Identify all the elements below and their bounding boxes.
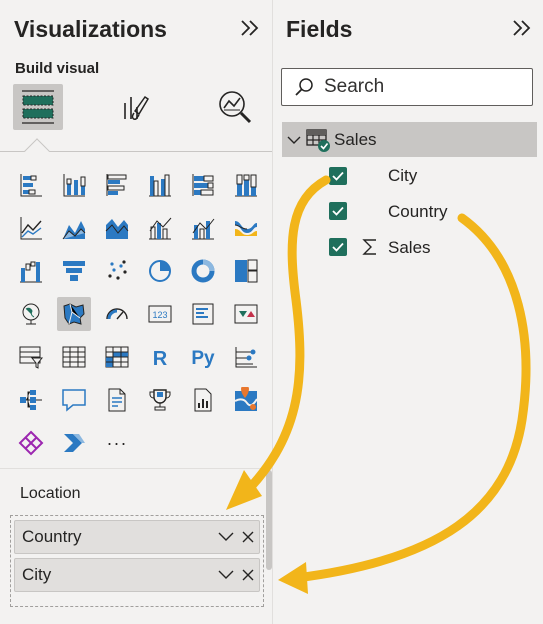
matrix-icon[interactable] (100, 340, 134, 374)
multi-row-card-icon[interactable] (186, 297, 220, 331)
sigma-measure-icon (362, 239, 376, 255)
gauge-icon[interactable] (100, 297, 134, 331)
chevron-down-icon[interactable] (286, 132, 302, 148)
well-field-label: City (22, 565, 52, 584)
table-visual-icon[interactable] (57, 340, 91, 374)
stacked-area-chart-icon[interactable] (100, 211, 134, 245)
field-sales-checkbox[interactable] (329, 234, 347, 260)
azure-map-icon[interactable] (229, 383, 263, 417)
decomposition-tree-icon[interactable] (14, 383, 48, 417)
more-visuals-label: ··· (106, 432, 128, 453)
wells-divider (0, 468, 272, 469)
funnel-chart-icon[interactable] (57, 254, 91, 288)
treemap-icon[interactable] (229, 254, 263, 288)
field-sales-label[interactable]: Sales (388, 238, 431, 258)
table-checked-icon (306, 128, 330, 152)
paginated-report-icon[interactable] (186, 383, 220, 417)
location-well-label: Location (20, 485, 81, 502)
card-icon[interactable]: 123 (143, 297, 177, 331)
build-visual-label: Build visual (15, 60, 100, 77)
stacked-column-chart-icon[interactable] (57, 168, 91, 202)
build-visual-tab[interactable] (13, 84, 63, 130)
chevron-down-icon[interactable] (215, 526, 237, 548)
fields-search-box[interactable]: Search (281, 68, 533, 106)
well-field-city[interactable]: City (14, 558, 260, 592)
map-globe-icon[interactable] (14, 297, 48, 331)
checkbox-checked-icon[interactable] (329, 167, 347, 185)
format-visual-tab[interactable] (110, 84, 160, 130)
qa-visual-icon[interactable] (57, 383, 91, 417)
fields-pane: Fields Search Sales City Country Sales (273, 0, 543, 624)
donut-chart-icon[interactable] (186, 254, 220, 288)
100-stacked-column-chart-icon[interactable] (229, 168, 263, 202)
field-country-checkbox[interactable] (329, 198, 347, 224)
visualizations-pane: Visualizations Build visual 123 R Py ···… (0, 0, 273, 624)
collapse-visualizations-button[interactable] (237, 14, 263, 42)
clustered-column-chart-icon[interactable] (143, 168, 177, 202)
r-script-visual-icon[interactable]: R (143, 340, 177, 374)
svg-text:Py: Py (191, 348, 215, 369)
checkbox-checked-icon[interactable] (329, 238, 347, 256)
filled-map-icon[interactable] (57, 297, 91, 331)
table-sales[interactable]: Sales (282, 122, 537, 157)
smart-narrative-icon[interactable] (100, 383, 134, 417)
more-visuals-icon[interactable]: ··· (100, 426, 134, 460)
double-chevron-right-icon (513, 20, 531, 36)
table-name: Sales (334, 129, 377, 149)
double-chevron-right-icon (241, 20, 259, 36)
wells-scrollbar[interactable] (266, 470, 272, 570)
close-icon[interactable] (237, 564, 259, 586)
slicer-icon[interactable] (14, 340, 48, 374)
selected-tab-notch (24, 138, 50, 164)
search-icon (295, 78, 313, 96)
stacked-bar-chart-icon[interactable] (14, 168, 48, 202)
location-field-well[interactable]: Country City (10, 515, 264, 607)
scatter-chart-icon[interactable] (100, 254, 134, 288)
collapse-fields-button[interactable] (509, 14, 535, 42)
field-city-label[interactable]: City (388, 166, 417, 186)
line-chart-icon[interactable] (14, 211, 48, 245)
ribbon-chart-icon[interactable] (229, 211, 263, 245)
well-field-country[interactable]: Country (14, 520, 260, 554)
build-visual-icon (22, 90, 54, 124)
100-stacked-bar-chart-icon[interactable] (186, 168, 220, 202)
analytics-tab[interactable] (210, 84, 260, 130)
fields-title: Fields (286, 16, 353, 42)
clustered-bar-chart-icon[interactable] (100, 168, 134, 202)
field-city-checkbox[interactable] (329, 163, 347, 189)
power-automate-icon[interactable] (57, 426, 91, 460)
kpi-icon[interactable] (229, 297, 263, 331)
close-icon[interactable] (237, 526, 259, 548)
well-field-label: Country (22, 527, 82, 546)
checkbox-checked-icon[interactable] (329, 202, 347, 220)
format-paintbrush-icon (124, 95, 150, 120)
chevron-down-icon[interactable] (215, 564, 237, 586)
search-placeholder: Search (324, 76, 385, 97)
analytics-magnifier-icon (219, 91, 252, 124)
power-apps-icon[interactable] (14, 426, 48, 460)
field-country-label[interactable]: Country (388, 202, 448, 222)
svg-text:123: 123 (152, 310, 167, 320)
metrics-trophy-icon[interactable] (143, 383, 177, 417)
svg-text:R: R (153, 348, 168, 370)
key-influencers-icon[interactable] (229, 340, 263, 374)
line-and-clustered-column-chart-icon[interactable] (186, 211, 220, 245)
line-and-stacked-column-chart-icon[interactable] (143, 211, 177, 245)
pie-chart-icon[interactable] (143, 254, 177, 288)
area-chart-icon[interactable] (57, 211, 91, 245)
visualizations-title: Visualizations (14, 16, 167, 42)
waterfall-chart-icon[interactable] (14, 254, 48, 288)
python-visual-icon[interactable]: Py (186, 340, 220, 374)
